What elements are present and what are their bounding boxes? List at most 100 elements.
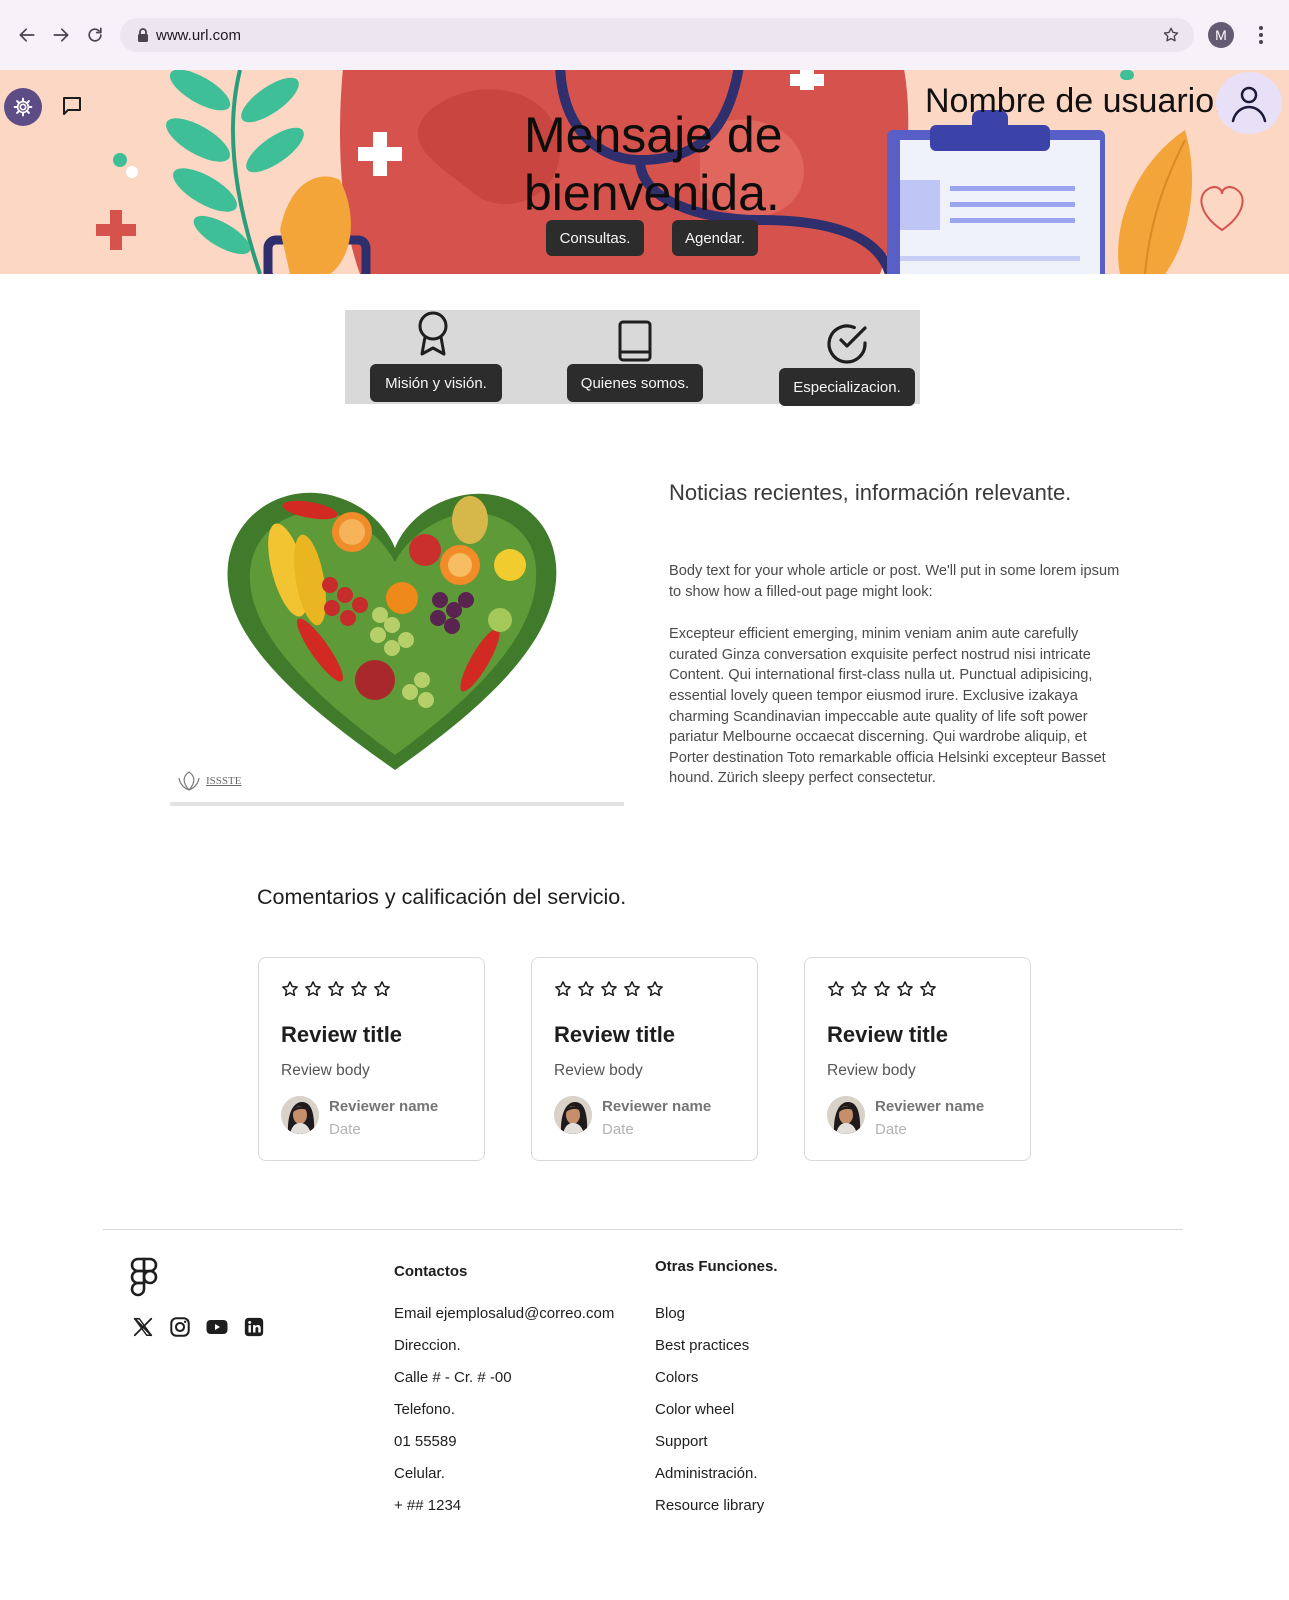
gear-icon (13, 97, 33, 117)
user-profile-button[interactable] (1216, 72, 1282, 134)
review-card: Review title Review body Reviewer name D… (804, 957, 1031, 1161)
address-bar[interactable] (120, 18, 1194, 52)
review-card: Review title Review body Reviewer name D… (258, 957, 485, 1161)
check-circle-icon (827, 324, 867, 364)
footer-contact-item: Direccion. (394, 1337, 461, 1354)
star-icon[interactable] (919, 980, 937, 998)
reviewer-avatar (827, 1096, 865, 1134)
bookmark-star-icon[interactable] (1162, 26, 1180, 44)
footer-divider (103, 1229, 1183, 1230)
star-icon[interactable] (373, 980, 391, 998)
footer-link[interactable]: Support (655, 1433, 778, 1465)
arrow-right-icon (53, 28, 69, 42)
reviewer-avatar (281, 1096, 319, 1134)
review-date: Date (875, 1121, 907, 1138)
footer-contacts-heading: Contactos (394, 1263, 468, 1280)
news-body: Body text for your whole article or post… (669, 561, 1129, 789)
star-icon[interactable] (327, 980, 345, 998)
footer-link[interactable]: Best practices (655, 1337, 778, 1369)
especializacion-button[interactable]: Especializacion. (779, 368, 915, 406)
review-title: Review title (554, 1022, 676, 1047)
footer-contact-item: 01 55589 (394, 1433, 457, 1450)
instagram-icon[interactable] (168, 1315, 192, 1339)
user-icon (1231, 86, 1267, 123)
star-icon[interactable] (827, 980, 845, 998)
footer-contact-item: Celular. (394, 1465, 445, 1482)
footer-contact-item[interactable]: Email ejemplosalud@correo.com (394, 1305, 614, 1337)
url-input[interactable] (156, 18, 1116, 52)
review-body: Review body (281, 1062, 370, 1079)
footer-link[interactable]: Resource library (655, 1497, 778, 1529)
lock-icon (138, 28, 148, 42)
forward-button[interactable] (48, 22, 74, 48)
figma-logo-icon (130, 1257, 158, 1297)
reviewer-name: Reviewer name (329, 1098, 439, 1115)
star-icon[interactable] (623, 980, 641, 998)
hero-banner: Mensaje de bienvenida. Nombre de usuario… (0, 70, 1289, 274)
review-title: Review title (827, 1022, 949, 1047)
footer-contacts: Contactos Email ejemplosalud@correo.com … (394, 1263, 614, 1529)
reviewer-avatar (554, 1096, 592, 1134)
review-card: Review title Review body Reviewer name D… (531, 957, 758, 1161)
footer-link[interactable]: Colors (655, 1369, 778, 1401)
footer-link[interactable]: Blog (655, 1305, 778, 1337)
star-icon[interactable] (896, 980, 914, 998)
reviewer-photo (827, 1096, 865, 1134)
issste-logo-text: ISSSTE (206, 775, 242, 787)
footer-contact-item: Calle # - Cr. # -00 (394, 1369, 512, 1386)
footer-link[interactable]: Color wheel (655, 1401, 778, 1433)
footer-contact-item: + ## 1234 (394, 1497, 462, 1514)
footer-contact-item: Telefono. (394, 1401, 455, 1418)
star-rating[interactable] (554, 980, 664, 998)
consultas-button[interactable]: Consultas. (546, 220, 644, 256)
star-icon[interactable] (350, 980, 368, 998)
chat-icon[interactable] (60, 94, 84, 118)
reviewer-photo (281, 1096, 319, 1134)
back-button[interactable] (14, 22, 40, 48)
review-date: Date (329, 1121, 361, 1138)
reviewer-name: Reviewer name (602, 1098, 712, 1115)
star-icon[interactable] (577, 980, 595, 998)
mision-vision-button[interactable]: Misión y visión. (370, 364, 502, 402)
award-icon (418, 311, 448, 356)
news-title: Noticias recientes, información relevant… (669, 480, 1072, 505)
footer-other-heading: Otras Funciones. (655, 1258, 778, 1275)
star-icon[interactable] (304, 980, 322, 998)
star-icon[interactable] (646, 980, 664, 998)
star-icon[interactable] (873, 980, 891, 998)
reviewer-photo (554, 1096, 592, 1134)
review-date: Date (602, 1121, 634, 1138)
settings-button[interactable] (4, 88, 42, 126)
reload-icon (88, 27, 102, 42)
x-icon[interactable] (131, 1315, 155, 1339)
fruit-heart-image (227, 492, 557, 770)
star-icon[interactable] (850, 980, 868, 998)
agendar-button[interactable]: Agendar. (672, 220, 758, 256)
star-icon[interactable] (554, 980, 572, 998)
welcome-heading: Mensaje de bienvenida. (524, 107, 783, 221)
browser-toolbar: M (0, 0, 1289, 70)
youtube-icon[interactable] (205, 1315, 229, 1339)
social-links (131, 1315, 266, 1339)
linkedin-icon[interactable] (242, 1315, 266, 1339)
footer-other-functions: Otras Funciones. Blog Best practices Col… (655, 1258, 778, 1529)
reload-button[interactable] (82, 22, 108, 48)
review-body: Review body (827, 1062, 916, 1079)
username-label: Nombre de usuario. (925, 82, 1224, 120)
star-rating[interactable] (281, 980, 391, 998)
book-icon (618, 320, 652, 362)
star-icon[interactable] (281, 980, 299, 998)
star-icon[interactable] (600, 980, 618, 998)
reviews-heading: Comentarios y calificación del servicio. (257, 885, 627, 909)
quienes-somos-button[interactable]: Quienes somos. (567, 364, 703, 402)
review-title: Review title (281, 1022, 403, 1047)
issste-logo: ISSSTE (176, 770, 241, 792)
star-rating[interactable] (827, 980, 937, 998)
reviewer-name: Reviewer name (875, 1098, 985, 1115)
news-image: ISSSTE (170, 470, 624, 806)
quick-links-panel: Misión y visión. Quienes somos. Especial… (345, 310, 920, 406)
footer-link[interactable]: Administración. (655, 1465, 778, 1497)
browser-profile-avatar[interactable]: M (1208, 22, 1234, 48)
news-paragraph: Excepteur efficient emerging, minim veni… (669, 626, 1106, 787)
browser-menu-icon[interactable] (1254, 24, 1268, 46)
